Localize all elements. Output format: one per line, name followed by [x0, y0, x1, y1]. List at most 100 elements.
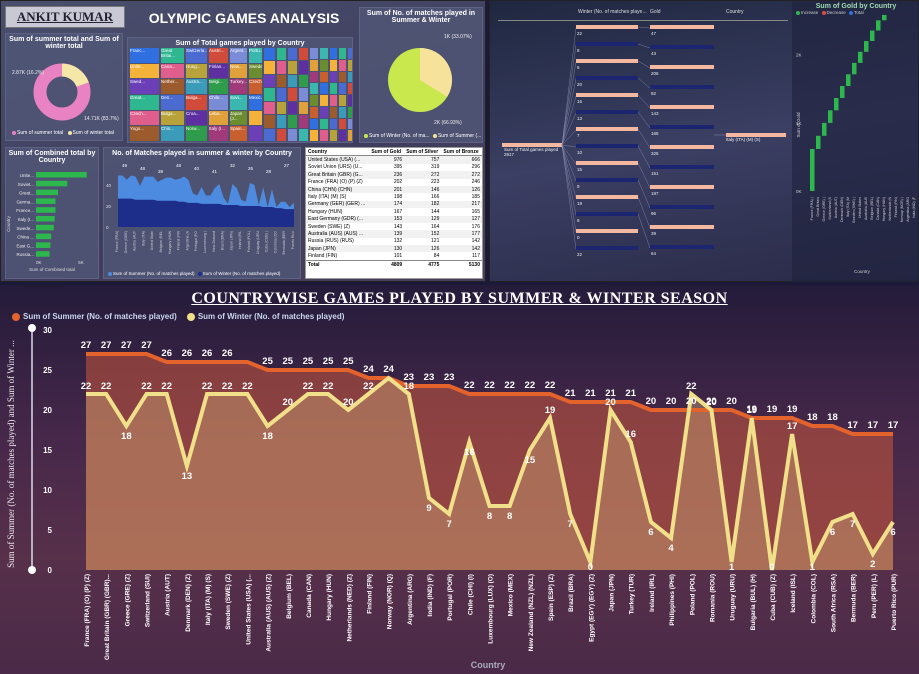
treemap-cell[interactable] — [320, 59, 328, 71]
treemap-cell[interactable]: Hung... — [186, 63, 207, 79]
treemap-cell[interactable]: Norw... — [186, 126, 207, 141]
table-row[interactable]: Finland (FIN) 101 84 117 — [306, 252, 482, 261]
treemap-cell[interactable] — [299, 48, 308, 61]
treemap-cell[interactable]: Switzerla... — [186, 48, 207, 63]
treemap-cell[interactable]: Portu... — [249, 48, 262, 63]
table-row[interactable]: Sweden (SWE) (Z) 143 164 176 — [306, 222, 482, 231]
treemap-cell[interactable] — [288, 88, 297, 101]
table-row[interactable]: Hungary (HUN) 167 144 165 — [306, 208, 482, 216]
treemap-cell[interactable]: Turkey... — [230, 79, 247, 94]
treemap-cell[interactable]: Japan (J... — [230, 110, 247, 126]
treemap-cell[interactable] — [320, 118, 328, 130]
treemap-cell[interactable] — [348, 95, 352, 106]
table-row[interactable]: Great Britain (GBR) (G... 236 272 272 — [306, 171, 482, 179]
treemap-cell[interactable] — [249, 126, 262, 141]
treemap-cell[interactable]: Finlan... — [209, 63, 228, 79]
treemap-cell[interactable] — [310, 118, 318, 130]
treemap-cell[interactable]: Czech... — [249, 79, 262, 94]
treemap-cell[interactable] — [310, 48, 318, 59]
treemap-cell[interactable] — [299, 74, 308, 88]
treemap-cell[interactable] — [330, 48, 337, 59]
treemap-cell[interactable] — [310, 59, 318, 71]
treemap-cell[interactable]: Cana... — [161, 63, 184, 79]
treemap-cell[interactable]: Chile... — [209, 95, 228, 110]
treemap-cell[interactable]: Leba... — [209, 110, 228, 126]
treemap-cell[interactable] — [299, 101, 308, 115]
table-row[interactable]: Japan (JPN) 130 126 142 — [306, 245, 482, 253]
treemap-cell[interactable] — [330, 83, 337, 94]
treemap-cell[interactable]: Yugo... — [130, 126, 159, 141]
treemap-cell[interactable] — [339, 118, 346, 130]
treemap-cell[interactable] — [320, 83, 328, 94]
treemap-cell[interactable] — [348, 118, 352, 130]
table-row[interactable]: China (CHN) (CHN) 201 146 126 — [306, 185, 482, 194]
treemap-cell[interactable] — [288, 74, 297, 88]
treemap-cell[interactable] — [299, 61, 308, 74]
treemap-cell[interactable] — [288, 48, 297, 61]
treemap-cell[interactable]: Nether... — [161, 79, 184, 94]
treemap-cell[interactable] — [277, 61, 286, 74]
treemap-cell[interactable] — [348, 130, 352, 141]
treemap-cell[interactable] — [299, 115, 308, 128]
treemap-cell[interactable] — [288, 61, 297, 74]
treemap-cell[interactable]: Mexic... — [249, 95, 262, 110]
table-row[interactable]: United States (USA) (... 976 757 666 — [306, 155, 482, 164]
treemap-cell[interactable] — [277, 74, 286, 88]
treemap-cell[interactable] — [310, 130, 318, 141]
treemap-cell[interactable]: Austri... — [209, 48, 228, 63]
decomp-col-winter[interactable]: Winter (No. of matches playe... — [578, 9, 647, 15]
treemap-cell[interactable]: Franc... — [130, 48, 159, 63]
treemap-cell[interactable] — [339, 48, 346, 59]
treemap-cell[interactable]: Spain... — [230, 126, 247, 141]
treemap-cell[interactable]: Belgi... — [209, 79, 228, 94]
treemap-cell[interactable]: Chin... — [161, 126, 184, 141]
treemap-cell[interactable] — [264, 88, 275, 101]
treemap-cell[interactable] — [277, 128, 286, 141]
treemap-cell[interactable] — [277, 115, 286, 128]
treemap-cell[interactable]: Argent... — [230, 48, 247, 63]
treemap-cell[interactable] — [320, 130, 328, 141]
treemap-cell[interactable] — [299, 88, 308, 101]
treemap-cell[interactable] — [320, 106, 328, 118]
treemap-cell[interactable] — [277, 101, 286, 115]
treemap-cell[interactable]: Great... — [130, 95, 159, 110]
treemap-cell[interactable] — [310, 71, 318, 83]
treemap-cell[interactable] — [264, 101, 275, 115]
treemap-cell[interactable] — [330, 130, 337, 141]
decomp-col-country[interactable]: Country — [726, 9, 744, 15]
treemap-cell[interactable] — [310, 106, 318, 118]
treemap-cell[interactable] — [348, 71, 352, 83]
treemap-cell[interactable]: New... — [230, 63, 247, 79]
decomp-selected-node[interactable]: Italy (ITA) (M) (S) — [726, 137, 760, 142]
treemap-cell[interactable] — [348, 83, 352, 94]
treemap-cell[interactable] — [339, 106, 346, 118]
treemap-cell[interactable] — [330, 71, 337, 83]
th-bronze[interactable]: Sum of Bronze — [441, 148, 482, 157]
th-gold[interactable]: Sum of Gold — [369, 148, 405, 157]
treemap-cell[interactable] — [330, 59, 337, 71]
treemap-cell[interactable] — [339, 71, 346, 83]
treemap-cell[interactable]: Croa... — [186, 110, 207, 126]
treemap-cell[interactable] — [348, 48, 352, 59]
treemap-cell[interactable] — [339, 83, 346, 94]
treemap-cell[interactable] — [339, 95, 346, 106]
table-row[interactable]: Russia (RUS) (RUS) 132 121 142 — [306, 237, 482, 246]
treemap-cell[interactable] — [310, 83, 318, 94]
treemap-cell[interactable] — [310, 95, 318, 106]
treemap-cell[interactable] — [264, 61, 275, 74]
treemap-cell[interactable] — [264, 48, 275, 61]
table-row[interactable]: France (FRA) (O) (P) (Z) 202 223 246 — [306, 178, 482, 186]
treemap-cell[interactable]: Bulga... — [186, 95, 207, 110]
table-row[interactable]: Germany (GER) (GER) ... 174 182 217 — [306, 200, 482, 209]
treemap-cell[interactable] — [264, 74, 275, 88]
treemap-cell[interactable] — [249, 110, 262, 126]
th-country[interactable]: Country — [306, 148, 370, 157]
treemap-cell[interactable] — [299, 128, 308, 141]
treemap-cell[interactable] — [264, 115, 275, 128]
treemap-cell[interactable] — [348, 106, 352, 118]
treemap-cell[interactable] — [320, 71, 328, 83]
treemap-cell[interactable]: Swede... — [249, 63, 262, 79]
treemap-cell[interactable]: Swed... — [130, 79, 159, 94]
treemap-cell[interactable]: Austra... — [186, 79, 207, 94]
th-silver[interactable]: Sum of Silver — [404, 148, 442, 157]
